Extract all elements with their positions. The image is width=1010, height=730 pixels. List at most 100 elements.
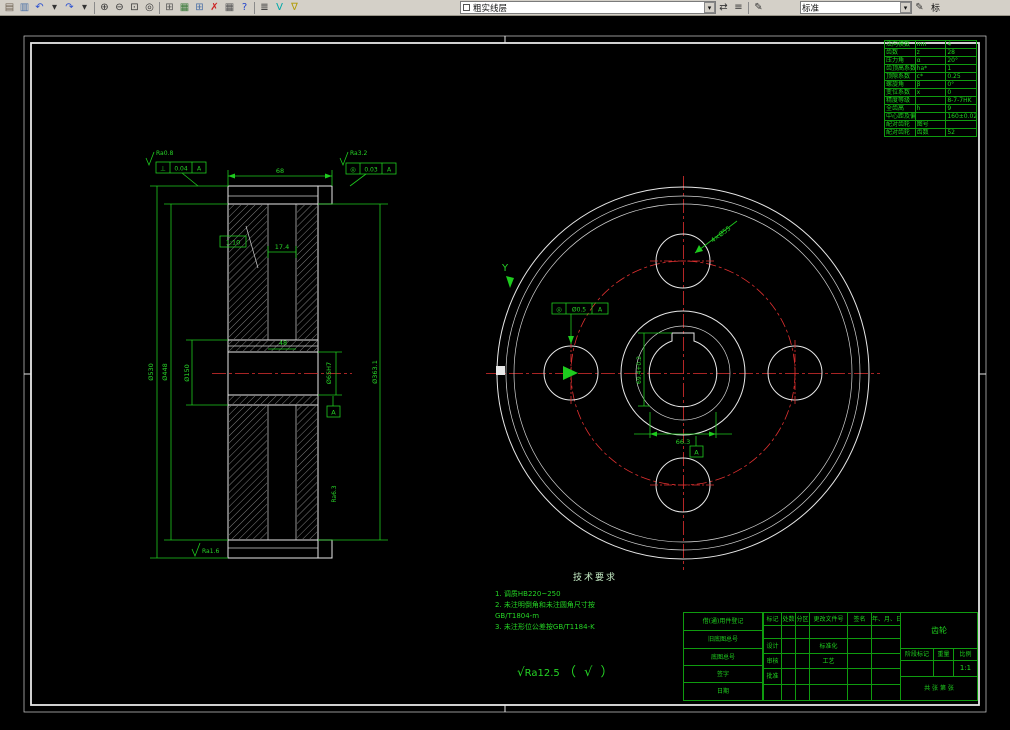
tech-req-title: 技术要求 xyxy=(572,573,617,583)
titleblock-cell xyxy=(795,668,810,685)
titleblock-cell: 旧底图总号 xyxy=(683,630,763,649)
titleblock-cell xyxy=(871,668,901,685)
roughness-label: Ra0.8 xyxy=(156,150,173,157)
titleblock-cell: 底图总号 xyxy=(683,648,763,666)
tech-req-line: GB/T1804-m xyxy=(495,612,540,620)
gear-parameter-table: 法向模数 mn 4 齿数 z 28 压力角 α 20° 齿顶高系数 ha* 1 顶隙系数 c* 0.25 螺旋… xyxy=(884,40,977,137)
roughness-check-icon: √ xyxy=(517,665,525,679)
roughness-paren: （ √ ） xyxy=(562,665,616,680)
delete-table-icon[interactable]: ✗ xyxy=(207,1,222,15)
surface-finish-note: √Ra12.5 （ √ ） xyxy=(517,661,616,680)
titleblock-cell xyxy=(847,668,872,685)
zoom-extents-icon[interactable]: ◎ xyxy=(142,1,157,15)
param-row: 螺旋角 β 0° xyxy=(884,80,977,89)
param-cell: 160±0.027 xyxy=(945,112,977,121)
param-cell: 变位系数 xyxy=(884,88,916,97)
param-cell: 28 xyxy=(945,48,977,57)
titleblock-cell: 借(通)用件登记 xyxy=(683,612,763,631)
edit-style-icon[interactable]: ✎ xyxy=(912,1,927,15)
titleblock-cell xyxy=(871,684,901,701)
titleblock-cell: 审核 xyxy=(763,653,782,669)
titleblock-cell: 年、月、日 xyxy=(871,612,901,626)
datum-label: A xyxy=(331,409,336,417)
style-combo-value: 标准 xyxy=(802,3,820,14)
chevron-down-icon[interactable]: ▾ xyxy=(900,2,911,13)
sheet-icon[interactable]: ▦ xyxy=(177,1,192,15)
roughness-label: Ra3.2 xyxy=(350,150,367,157)
titleblock-cell: 分区 xyxy=(795,612,810,626)
param-cell: 压力角 xyxy=(884,56,916,65)
param-row: 配对齿轮 齿数 52 xyxy=(884,128,977,137)
viewport-marker xyxy=(496,366,505,375)
toolbar-separator xyxy=(254,1,255,14)
param-row: 配对齿轮 图号 xyxy=(884,120,977,129)
param-cell: α xyxy=(914,56,947,65)
dim-label-right-dia: Ø363.1 xyxy=(371,360,379,384)
param-cell: 法向模数 xyxy=(884,40,916,49)
titleblock-cell xyxy=(847,625,872,639)
param-row: 精度等级 8-7-7HK xyxy=(884,96,977,105)
gdt-symbol: ⊥ xyxy=(160,165,166,173)
param-cell: c* xyxy=(914,72,947,81)
layer-state-icon[interactable]: ≡ xyxy=(731,1,746,15)
param-row: 齿顶高系数 ha* 1 xyxy=(884,64,977,73)
titleblock-cell: 比例 xyxy=(952,648,979,661)
titleblock-register: 借(通)用件登记 旧底图总号 底图总号 签字 日期 xyxy=(683,612,763,701)
undo-icon[interactable]: ↶ xyxy=(32,1,47,15)
param-row: 变位系数 x 0 xyxy=(884,88,977,97)
layer-visibility-icon[interactable]: V xyxy=(272,1,287,15)
undo-dropdown-icon[interactable]: ▾ xyxy=(47,1,62,15)
toolbar-separator xyxy=(748,1,749,14)
print-icon[interactable]: ▥ xyxy=(17,1,32,15)
param-cell: mn xyxy=(914,40,947,49)
chevron-down-icon[interactable]: ▾ xyxy=(704,2,715,13)
redo-dropdown-icon[interactable]: ▾ xyxy=(77,1,92,15)
layer-combo[interactable]: 粗实线层 ▾ xyxy=(460,1,716,14)
gdt-value: 0.03 xyxy=(364,167,378,174)
layer-previous-icon[interactable]: ⇄ xyxy=(716,1,731,15)
dim-label-17: 17.4 xyxy=(275,243,289,251)
layers-icon[interactable]: ≣ xyxy=(257,1,272,15)
titleblock-cell xyxy=(781,653,796,669)
technical-requirements: 技术要求 1. 调质HB220~250 2. 未注明倒角和未注圆角尺寸按 GB/T1… xyxy=(495,570,695,633)
gdt-value: 0.04 xyxy=(174,166,188,173)
gdt-symbol: ◎ xyxy=(556,306,562,314)
edit-linetype-icon[interactable]: ✎ xyxy=(751,1,766,15)
dim-label-hub-dia: Ø150 xyxy=(183,364,191,382)
param-cell: 中心距及偏差 xyxy=(884,112,916,121)
roughness-value: Ra12.5 xyxy=(524,668,560,679)
toolbar-separator xyxy=(159,1,160,14)
cells-icon[interactable]: ▦ xyxy=(222,1,237,15)
zoom-in-icon[interactable]: ⊕ xyxy=(97,1,112,15)
param-row: 压力角 α 20° xyxy=(884,56,977,65)
redo-icon[interactable]: ↷ xyxy=(62,1,77,15)
param-row: 法向模数 mn 4 xyxy=(884,40,977,49)
titleblock-cell xyxy=(781,638,796,654)
param-cell: 精度等级 xyxy=(884,96,916,105)
param-cell: 4 xyxy=(945,40,977,49)
zoom-window-icon[interactable]: ⊡ xyxy=(127,1,142,15)
taper-label: 1:10 xyxy=(226,239,241,247)
titleblock-cell xyxy=(781,625,796,639)
param-cell: 顶隙系数 xyxy=(884,72,916,81)
param-cell: 图号 xyxy=(914,120,947,129)
insert-table-icon[interactable]: ⊞ xyxy=(192,1,207,15)
layer-filter-icon[interactable]: ∇ xyxy=(287,1,302,15)
zoom-out-icon[interactable]: ⊖ xyxy=(112,1,127,15)
dim-label-keyway-depth: 69.4+0.2 xyxy=(636,356,643,384)
titleblock-cell xyxy=(871,625,901,639)
param-cell: 螺旋角 xyxy=(884,80,916,89)
titleblock-cell: 日期 xyxy=(683,682,763,701)
titleblock-cell xyxy=(795,638,810,654)
sheet-count: 共 张 第 张 xyxy=(899,676,979,701)
open-icon[interactable]: ▤ xyxy=(2,1,17,15)
tech-req-line: 2. 未注明倒角和未注圆角尺寸按 xyxy=(495,601,595,609)
tech-req-line: 3. 未注形位公差按GB/T1184-K xyxy=(495,623,595,631)
titleblock-cell xyxy=(795,653,810,669)
style-combo[interactable]: 标准 ▾ xyxy=(800,1,912,14)
datum-label: A xyxy=(694,449,699,457)
table-icon[interactable]: ⊞ xyxy=(162,1,177,15)
param-cell xyxy=(914,96,947,105)
help-icon[interactable]: ? xyxy=(237,1,252,15)
param-cell: 1 xyxy=(945,64,977,73)
